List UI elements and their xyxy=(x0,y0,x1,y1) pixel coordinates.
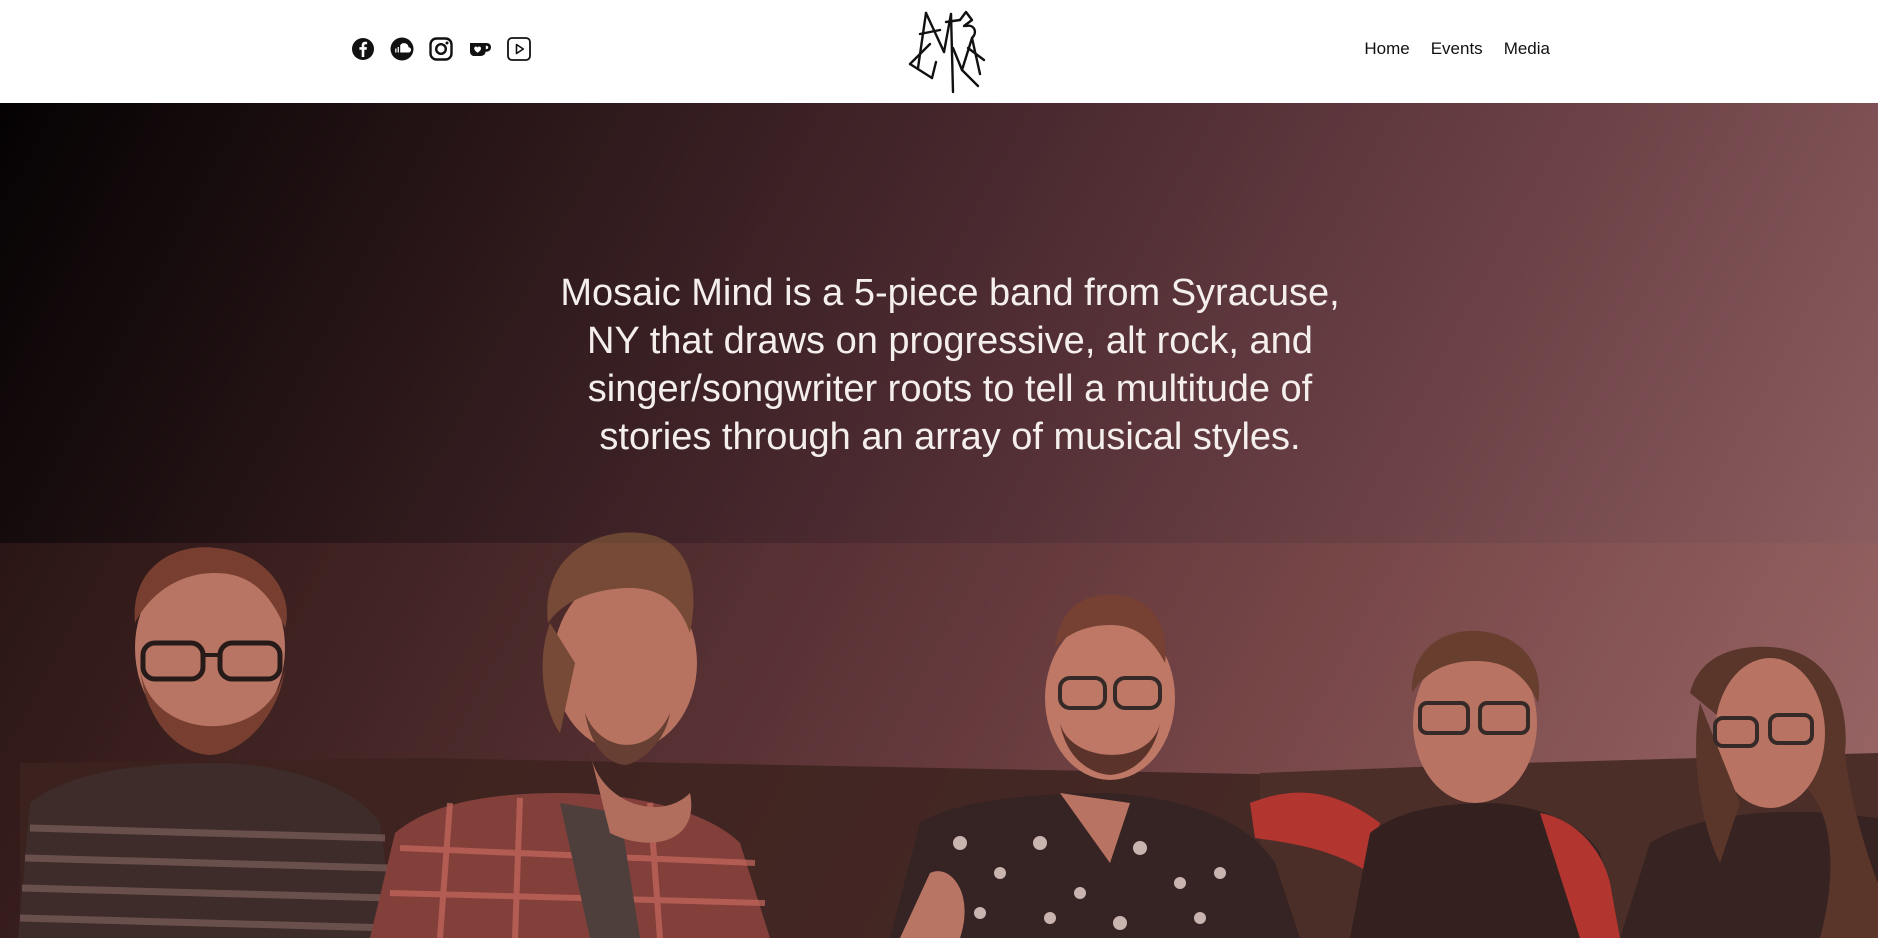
facebook-link[interactable] xyxy=(350,36,376,62)
nav-home[interactable]: Home xyxy=(1364,39,1409,59)
nav-media[interactable]: Media xyxy=(1504,39,1550,59)
main-nav: Home Events Media xyxy=(1364,39,1550,59)
site-logo-link[interactable] xyxy=(906,8,996,94)
youtube-icon xyxy=(507,37,531,61)
mosaic-mind-logo xyxy=(908,10,986,94)
ko-fi-icon xyxy=(470,43,491,56)
site-header: Home Events Media xyxy=(0,0,1878,103)
facebook-icon xyxy=(352,38,374,60)
band-tagline: Mosaic Mind is a 5-piece band from Syrac… xyxy=(560,272,1340,458)
soundcloud-icon xyxy=(390,37,414,61)
hero-section: Mosaic Mind is a 5-piece band from Syrac… xyxy=(0,103,1878,938)
band-photo xyxy=(0,532,1878,938)
soundcloud-link[interactable] xyxy=(389,36,415,62)
instagram-icon xyxy=(429,37,453,61)
youtube-link[interactable] xyxy=(506,36,532,62)
social-links xyxy=(350,36,532,62)
instagram-link[interactable] xyxy=(428,36,454,62)
nav-events[interactable]: Events xyxy=(1431,39,1483,59)
ko-fi-link[interactable] xyxy=(467,36,493,62)
